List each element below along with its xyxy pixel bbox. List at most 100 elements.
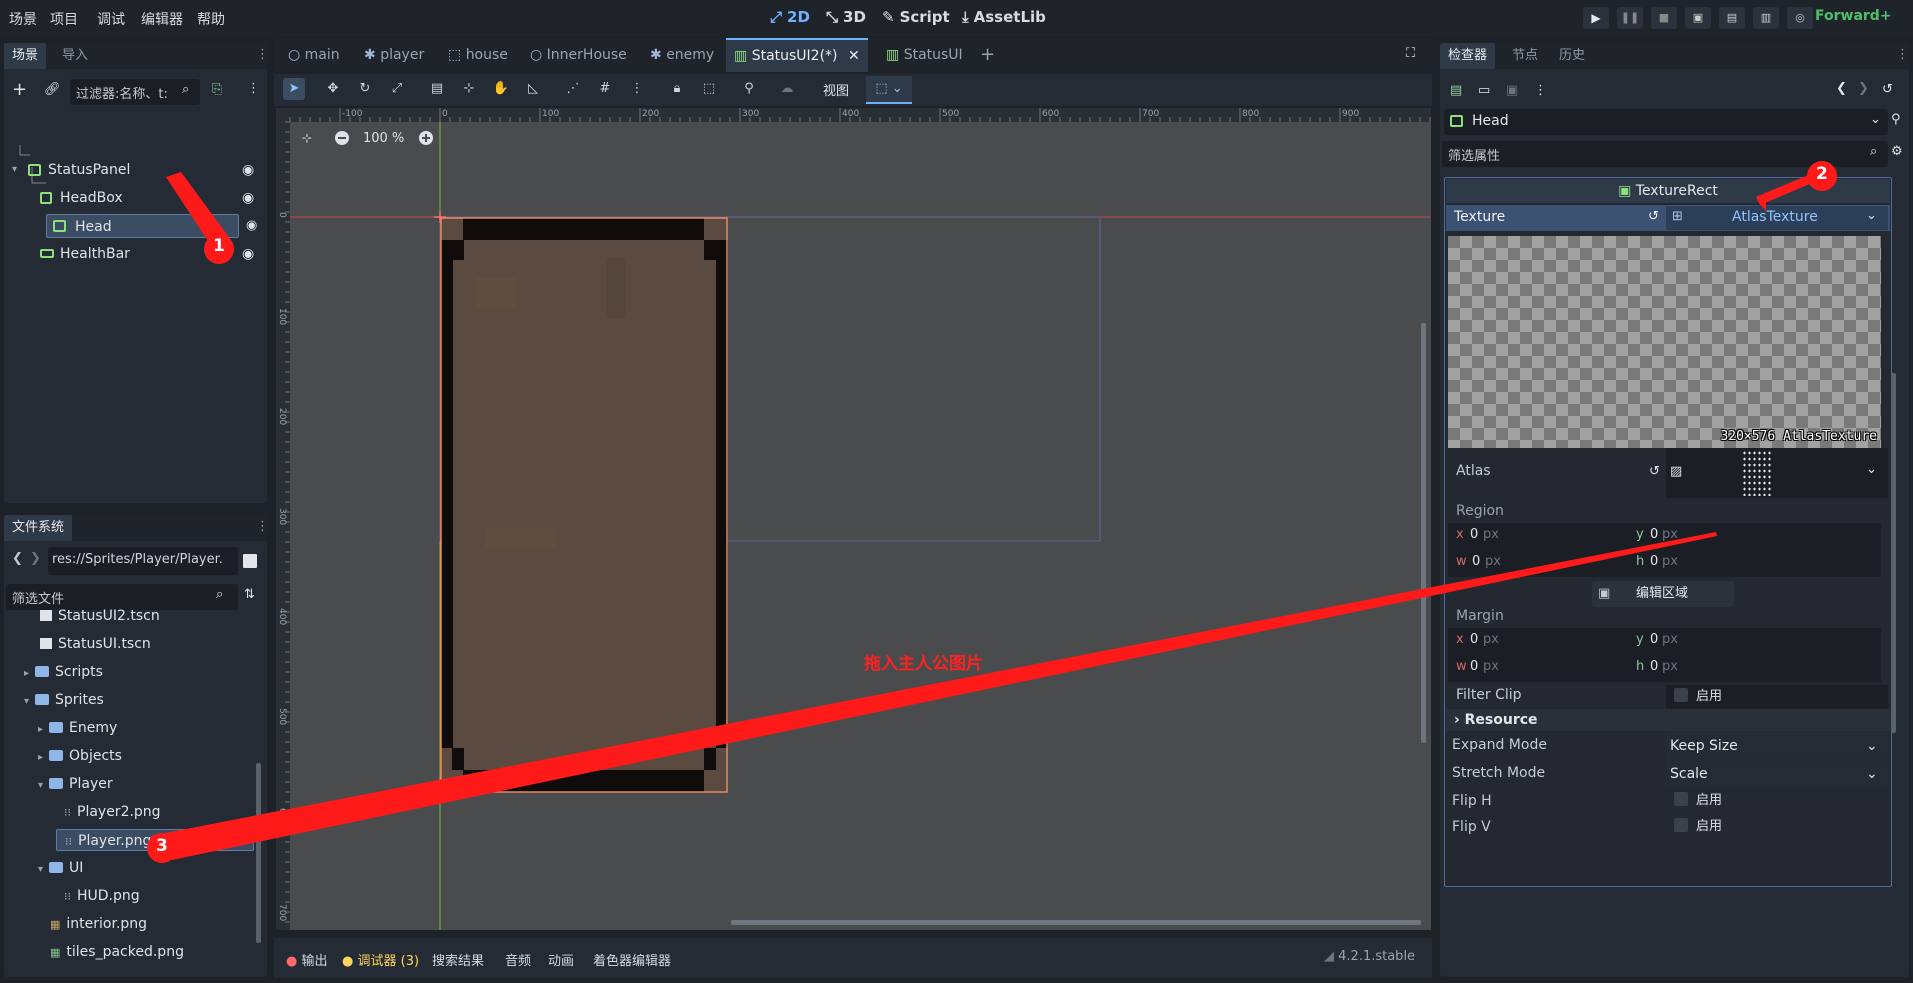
expand-arrow-icon[interactable]: ▸	[38, 724, 43, 735]
play-button[interactable]: ▶	[1583, 7, 1609, 29]
bottom-tab-shader[interactable]: 着色器编辑器	[593, 950, 671, 969]
tab-node[interactable]: 节点	[1504, 43, 1546, 69]
tree-node-head[interactable]: Head	[46, 214, 239, 238]
margin-h-input[interactable]: 0	[1650, 659, 1658, 674]
bottom-tab-search[interactable]: 搜索结果	[432, 950, 484, 969]
file-item[interactable]: ⁝⁝ HUD.png	[64, 885, 140, 907]
menu-debug[interactable]: 调试	[97, 9, 125, 29]
tab-scene[interactable]: 场景	[4, 43, 47, 69]
margin-y-input[interactable]: 0	[1650, 632, 1658, 647]
expand-mode-select[interactable]: Keep Size ⌄	[1666, 733, 1888, 759]
add-node-button[interactable]: +	[12, 79, 27, 100]
resource-menu-icon[interactable]: ⋮	[1534, 83, 1547, 98]
region-x-input[interactable]: 0	[1470, 527, 1478, 542]
visibility-eye-icon[interactable]: ◉	[246, 214, 257, 238]
bone-icon[interactable]: ⚲	[738, 78, 760, 100]
resource-subsection[interactable]: › Resource	[1446, 709, 1890, 731]
filter-clip-checkbox[interactable]: 启用	[1666, 685, 1888, 709]
collapse-arrow-icon[interactable]: ▾	[24, 696, 29, 707]
file-item[interactable]: StatusUI2.tscn	[40, 605, 160, 627]
file-item[interactable]: ⁝⁝ Player2.png	[64, 801, 161, 823]
stretch-mode-select[interactable]: Scale ⌄	[1666, 761, 1888, 787]
movie-maker-button[interactable]: ◎	[1787, 7, 1813, 29]
revert-icon[interactable]: ↺	[1648, 209, 1659, 224]
grid-snap-icon[interactable]: #	[594, 78, 616, 100]
bottom-tab-output[interactable]: ● 输出	[286, 950, 328, 969]
play-custom-button[interactable]: ▥	[1753, 7, 1779, 29]
folder-item[interactable]: ▸ Enemy	[38, 717, 117, 739]
tab-inspector[interactable]: 检查器	[1440, 43, 1496, 69]
folder-item[interactable]: ▾ Player	[38, 773, 113, 795]
pivot-tool-icon[interactable]: ⊹	[458, 78, 480, 100]
pause-button[interactable]: ❚❚	[1617, 7, 1643, 29]
collapse-arrow-icon[interactable]: ▾	[38, 864, 43, 875]
zoom-level[interactable]: 100 %	[363, 131, 404, 146]
menu-editor[interactable]: 编辑器	[141, 9, 183, 29]
group-icon[interactable]: ⬚	[698, 78, 720, 100]
scene-tab-house[interactable]: ⬚ house	[440, 38, 516, 72]
expand-arrow-icon[interactable]: ▸	[24, 668, 29, 679]
scene-tab-statusui[interactable]: ▥ StatusUI	[878, 38, 971, 72]
visibility-eye-icon[interactable]: ◉	[242, 186, 254, 210]
close-icon[interactable]: ✕	[848, 48, 860, 64]
bottom-tab-debugger[interactable]: ● 调试器 (3)	[342, 950, 419, 969]
menu-scene[interactable]: 场景	[9, 9, 37, 29]
filesystem-path-input[interactable]: res://Sprites/Player/Player.	[48, 547, 238, 575]
history-back-icon[interactable]: ❮	[1836, 81, 1847, 96]
select-tool-icon[interactable]: ➤	[283, 78, 305, 100]
texture-resource-picker[interactable]: ⊞ AtlasTexture ⌄	[1666, 206, 1888, 230]
file-item[interactable]: StatusUI.tscn	[40, 633, 151, 655]
expand-arrow-icon[interactable]: ▸	[38, 752, 43, 763]
mode-assetlib-button[interactable]: ⤓ AssetLib	[962, 8, 1046, 26]
texture-preview[interactable]: 320×576 AtlasTexture	[1448, 236, 1881, 448]
tab-filesystem[interactable]: 文件系统	[4, 515, 73, 541]
dock-menu-icon[interactable]: ⋮	[256, 519, 267, 534]
node-path-select[interactable]: Head ⌄	[1444, 109, 1888, 135]
edit-region-button[interactable]: ▣ 编辑区域	[1592, 581, 1734, 607]
folder-item[interactable]: ▾ Sprites	[24, 689, 104, 711]
region-y-input[interactable]: 0	[1650, 527, 1658, 542]
distraction-free-icon[interactable]: ⛶	[1406, 46, 1415, 61]
save-icon[interactable]: ▣	[1506, 83, 1518, 98]
menu-project[interactable]: 项目	[50, 9, 78, 29]
file-item[interactable]: ▦ interior.png	[50, 913, 147, 935]
mode-script-button[interactable]: ✎ Script	[882, 8, 950, 26]
anchor-preset-button[interactable]: ⬚ ⌄	[866, 76, 912, 104]
tree-node-statuspanel[interactable]: ▾ StatusPanel ◉	[4, 158, 267, 182]
tree-node-headbox[interactable]: HeadBox ◉	[4, 186, 267, 210]
menu-help[interactable]: 帮助	[197, 9, 225, 29]
region-h-input[interactable]: 0	[1650, 554, 1658, 569]
margin-x-input[interactable]: 0	[1470, 632, 1478, 647]
scene-tab-player[interactable]: ✱ player	[356, 38, 432, 72]
collapse-arrow-icon[interactable]: ▾	[12, 158, 17, 182]
forward-icon[interactable]: ❯	[30, 551, 41, 566]
split-view-icon[interactable]	[243, 554, 257, 568]
filesystem-scrollbar[interactable]	[256, 763, 261, 943]
file-item[interactable]: ▦ tiles_packed.png	[50, 941, 184, 963]
canvas-viewport[interactable]: ⊹ 100 % -100 0 100 200 300 400 500 600 7…	[276, 108, 1431, 930]
select-list-icon[interactable]: ▤	[426, 78, 448, 100]
inspector-options-icon[interactable]: ⚙	[1891, 144, 1903, 159]
inspector-scrollbar[interactable]	[1891, 373, 1896, 733]
smart-snap-icon[interactable]: ⋰	[562, 78, 584, 100]
remote-debug-button[interactable]: ▣	[1685, 7, 1711, 29]
new-resource-icon[interactable]: ▤	[1450, 83, 1462, 98]
add-tab-icon[interactable]: +	[980, 44, 995, 65]
bottom-tab-animation[interactable]: 动画	[548, 950, 574, 969]
attach-script-icon[interactable]: ⎘	[212, 82, 222, 97]
rotate-tool-icon[interactable]: ↻	[354, 78, 376, 100]
play-scene-button[interactable]: ▤	[1719, 7, 1745, 29]
mode-2d-button[interactable]: ⤢ 2D	[770, 8, 810, 26]
link-icon[interactable]: 🔗︎	[44, 82, 61, 97]
lock-icon[interactable]: 🔒︎	[666, 78, 688, 100]
open-folder-icon[interactable]: ▭	[1478, 83, 1490, 98]
bottom-tab-audio[interactable]: 音频	[505, 950, 531, 969]
doc-icon[interactable]: ⚲	[1891, 112, 1901, 127]
revert-icon[interactable]: ↺	[1649, 464, 1660, 479]
tab-history[interactable]: 历史	[1551, 43, 1593, 69]
flip-h-checkbox[interactable]: 启用	[1666, 789, 1888, 813]
mode-3d-button[interactable]: ⤡ 3D	[826, 8, 866, 26]
flip-v-checkbox[interactable]: 启用	[1666, 815, 1888, 839]
snap-options-icon[interactable]: ⋮	[626, 78, 648, 100]
camera-override-icon[interactable]: ☁	[776, 78, 798, 100]
